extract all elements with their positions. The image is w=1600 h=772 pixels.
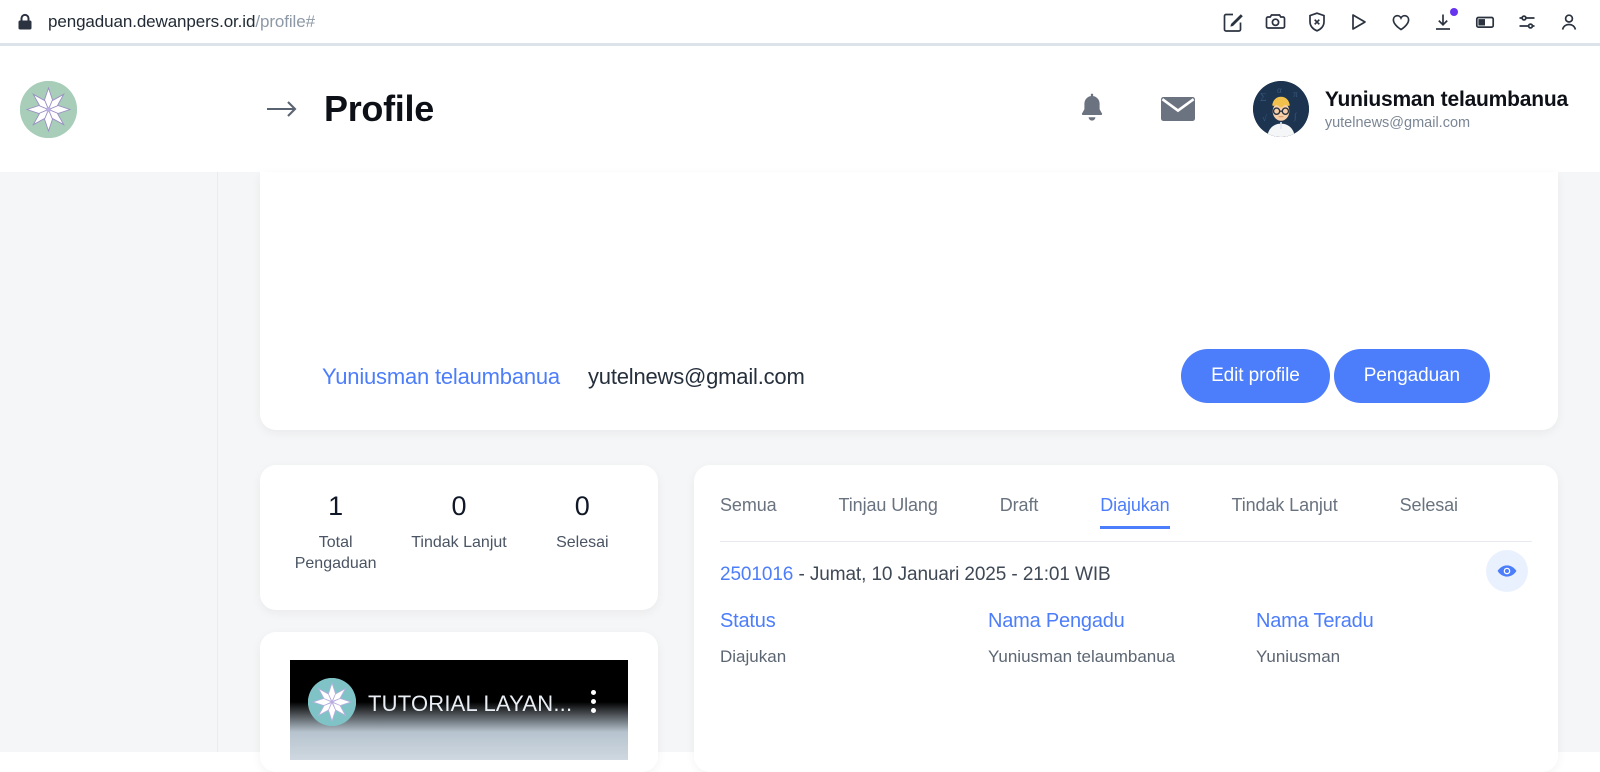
sidebar	[0, 46, 218, 752]
user-email: yutelnews@gmail.com	[1324, 114, 1471, 131]
complaint-timestamp: - Jumat, 10 Januari 2025 - 21:01 WIB	[793, 564, 1111, 585]
download-icon[interactable]	[1430, 7, 1458, 35]
arrow-right-icon[interactable]	[262, 89, 302, 129]
download-badge	[1450, 7, 1458, 16]
field-label: Nama Teradu	[1256, 610, 1374, 632]
camera-icon[interactable]	[1262, 9, 1288, 35]
tutorial-video-card: TUTORIAL LAYAN...	[260, 632, 658, 772]
url-domain: pengaduan.dewanpers.or.id	[48, 11, 256, 31]
svg-text:√: √	[1262, 113, 1267, 123]
user-name: Yuniusman telaumbanua	[1324, 87, 1568, 111]
heart-icon[interactable]	[1388, 9, 1414, 35]
user-meta: Yuniusman telaumbanua yutelnews@gmail.co…	[1325, 88, 1568, 131]
field-value: Yuniusman	[1256, 647, 1341, 666]
profile-name-link[interactable]: Yuniusman telaumbanua	[322, 364, 560, 390]
field-value: Yuniusman telaumbanua	[988, 647, 1176, 666]
shield-block-icon[interactable]	[1304, 9, 1330, 35]
bell-icon[interactable]	[1069, 86, 1115, 132]
pengaduan-button[interactable]: Pengaduan	[1333, 349, 1490, 403]
field-value: Diajukan	[720, 647, 787, 666]
stat-value: 1	[328, 491, 344, 521]
stat-label: Total Pengaduan	[294, 534, 377, 573]
app-shell: Profile ∑ π √ ∫ α Yuniusman telaumbanua …	[0, 46, 1600, 772]
svg-text:α: α	[1277, 85, 1282, 95]
field-label: Status	[720, 610, 776, 632]
stat-selesai: 0 Selesai	[521, 493, 644, 610]
main-content: Yuniusman telaumbanua yutelnews@gmail.co…	[218, 172, 1600, 772]
url-text: pengaduan.dewanpers.or.id/profile#	[48, 12, 315, 32]
sidebar-brand[interactable]	[0, 46, 218, 172]
address-bar[interactable]: pengaduan.dewanpers.or.id/profile#	[0, 12, 1220, 32]
browser-action-icons	[1220, 7, 1600, 35]
user-avatar: ∑ π √ ∫ α	[1252, 81, 1309, 137]
stat-value: 0	[451, 491, 467, 521]
svg-text:π: π	[1293, 89, 1298, 99]
field-nama-pengadu: Nama Pengadu Yuniusman telaumbanua	[988, 610, 1256, 667]
stats-card: 1 Total Pengaduan 0 Tindak Lanjut 0 Sele…	[260, 465, 658, 610]
sliders-icon[interactable]	[1514, 9, 1540, 35]
tab-tindak-lanjut[interactable]: Tindak Lanjut	[1232, 487, 1338, 529]
stat-total-pengaduan: 1 Total Pengaduan	[274, 493, 397, 610]
tab-selesai[interactable]: Selesai	[1400, 487, 1458, 529]
profile-identity: Yuniusman telaumbanua yutelnews@gmail.co…	[322, 364, 805, 390]
complaint-id[interactable]: 2501016	[720, 564, 793, 585]
dewan-pers-logo	[20, 80, 77, 138]
field-nama-teradu: Nama Teradu Yuniusman	[1256, 610, 1524, 667]
svg-text:∑: ∑	[1260, 91, 1266, 101]
complaint-fields: Status Diajukan Nama Pengadu Yuniusman t…	[720, 610, 1532, 667]
field-label: Nama Pengadu	[988, 610, 1125, 632]
view-complaint-button[interactable]	[1486, 550, 1528, 592]
page-title: Profile	[324, 88, 434, 129]
profile-actions: Edit profile Pengaduan	[1181, 349, 1490, 403]
tab-draft[interactable]: Draft	[1000, 487, 1039, 529]
complaint-header: 2501016 - Jumat, 10 Januari 2025 - 21:01…	[720, 564, 1532, 586]
stat-tindak-lanjut: 0 Tindak Lanjut	[397, 493, 520, 610]
envelope-icon[interactable]	[1155, 86, 1201, 132]
profile-email: yutelnews@gmail.com	[587, 364, 805, 389]
field-status: Status Diajukan	[720, 610, 988, 667]
tab-diajukan[interactable]: Diajukan	[1100, 487, 1170, 529]
video-player[interactable]: TUTORIAL LAYAN...	[290, 660, 628, 760]
more-options-icon[interactable]	[591, 690, 596, 713]
account-icon[interactable]	[1556, 9, 1582, 35]
video-title: TUTORIAL LAYAN...	[368, 691, 573, 716]
stat-label: Tindak Lanjut	[411, 534, 507, 551]
edit-profile-button[interactable]: Edit profile	[1181, 349, 1330, 403]
url-path: /profile#	[255, 11, 315, 31]
stat-value: 0	[574, 491, 590, 521]
browser-toolbar: pengaduan.dewanpers.or.id/profile#	[0, 0, 1600, 46]
lock-icon	[16, 13, 34, 31]
eye-icon	[1497, 565, 1517, 577]
stat-label: Selesai	[556, 534, 609, 551]
complaint-row: 2501016 - Jumat, 10 Januari 2025 - 21:01…	[694, 542, 1558, 667]
split-view-icon[interactable]	[1472, 9, 1498, 35]
user-menu[interactable]: ∑ π √ ∫ α Yuniusman telaumbanua yutelnew…	[1252, 81, 1568, 137]
send-icon[interactable]	[1346, 9, 1372, 35]
complaint-status-tabs: Semua Tinjau Ulang Draft Diajukan Tindak…	[694, 487, 1558, 529]
profile-summary-card: Yuniusman telaumbanua yutelnews@gmail.co…	[260, 172, 1558, 430]
tab-semua[interactable]: Semua	[720, 487, 777, 529]
page-header: Profile ∑ π √ ∫ α Yuniusman telaumbanua …	[218, 46, 1600, 172]
tab-tinjau-ulang[interactable]: Tinjau Ulang	[839, 487, 938, 529]
annotate-icon[interactable]	[1220, 9, 1246, 35]
complaints-card: Semua Tinjau Ulang Draft Diajukan Tindak…	[694, 465, 1558, 772]
channel-logo	[308, 678, 356, 726]
